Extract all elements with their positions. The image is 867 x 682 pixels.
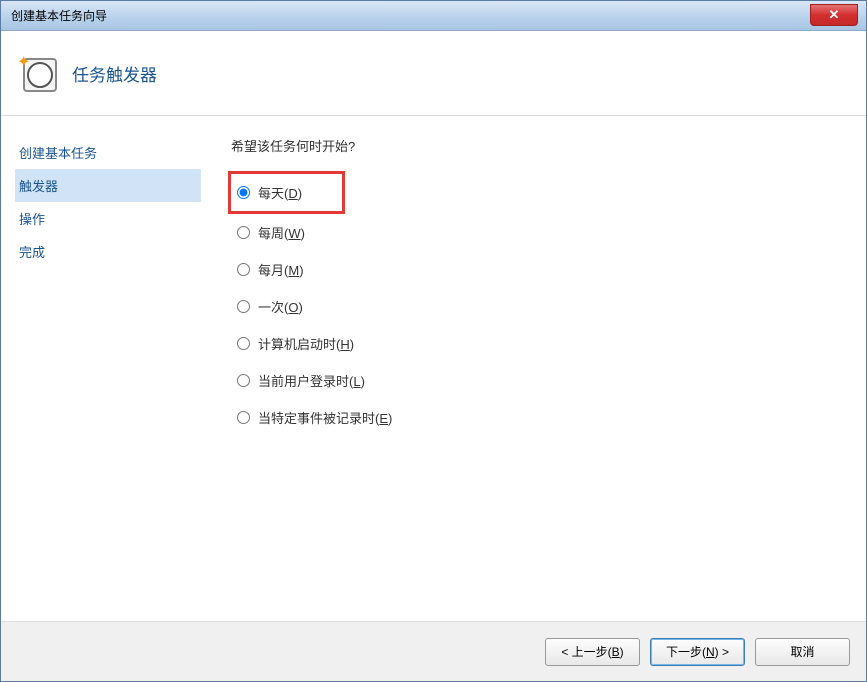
- radio-input-once[interactable]: [237, 300, 250, 313]
- radio-input-logon[interactable]: [237, 374, 250, 387]
- radio-option-logon[interactable]: 当前用户登录时(L): [231, 362, 866, 399]
- header-panel: ✦ 任务触发器: [1, 31, 866, 116]
- radio-option-once[interactable]: 一次(O): [231, 288, 866, 325]
- back-button[interactable]: < 上一步(B): [545, 638, 640, 666]
- radio-input-daily[interactable]: [237, 186, 250, 199]
- sidebar-item-finish[interactable]: 完成: [15, 235, 201, 268]
- close-button[interactable]: ✕: [810, 4, 858, 26]
- sidebar: 创建基本任务 触发器 操作 完成: [1, 116, 201, 621]
- radio-label: 当特定事件被记录时(E): [258, 408, 392, 427]
- main-panel: 希望该任务何时开始? 每天(D) 每周(W) 每月(M): [201, 116, 866, 621]
- radio-label: 每天(D): [258, 183, 302, 202]
- radio-option-monthly[interactable]: 每月(M): [231, 251, 866, 288]
- radio-input-weekly[interactable]: [237, 226, 250, 239]
- radio-option-weekly[interactable]: 每周(W): [231, 214, 866, 251]
- sidebar-item-action[interactable]: 操作: [15, 202, 201, 235]
- radio-input-event[interactable]: [237, 411, 250, 424]
- wizard-icon: ✦: [19, 54, 57, 92]
- footer: < 上一步(B) 下一步(N) > 取消: [1, 621, 866, 681]
- window-title: 创建基本任务向导: [11, 7, 107, 24]
- question-label: 希望该任务何时开始?: [231, 136, 866, 155]
- radio-label: 每周(W): [258, 223, 305, 242]
- radio-label: 当前用户登录时(L): [258, 371, 365, 390]
- content-area: 创建基本任务 触发器 操作 完成 希望该任务何时开始? 每天(D) 每周(W): [1, 116, 866, 621]
- radio-option-startup[interactable]: 计算机启动时(H): [231, 325, 866, 362]
- radio-label: 一次(O): [258, 297, 303, 316]
- titlebar: 创建基本任务向导 ✕: [1, 1, 866, 31]
- close-icon: ✕: [829, 7, 840, 23]
- trigger-radio-group: 每天(D) 每周(W) 每月(M) 一次(O): [231, 171, 866, 436]
- sidebar-item-trigger[interactable]: 触发器: [15, 169, 201, 202]
- next-button[interactable]: 下一步(N) >: [650, 638, 745, 666]
- wizard-window: 创建基本任务向导 ✕ ✦ 任务触发器 创建基本任务 触发器 操作 完成 希望该任…: [0, 0, 867, 682]
- radio-input-startup[interactable]: [237, 337, 250, 350]
- page-title: 任务触发器: [72, 61, 157, 86]
- cancel-button[interactable]: 取消: [755, 638, 850, 666]
- sidebar-item-create-task[interactable]: 创建基本任务: [15, 136, 201, 169]
- radio-label: 计算机启动时(H): [258, 334, 354, 353]
- radio-option-daily[interactable]: 每天(D): [228, 171, 345, 214]
- radio-label: 每月(M): [258, 260, 304, 279]
- star-icon: ✦: [17, 52, 33, 68]
- radio-input-monthly[interactable]: [237, 263, 250, 276]
- radio-option-event[interactable]: 当特定事件被记录时(E): [231, 399, 866, 436]
